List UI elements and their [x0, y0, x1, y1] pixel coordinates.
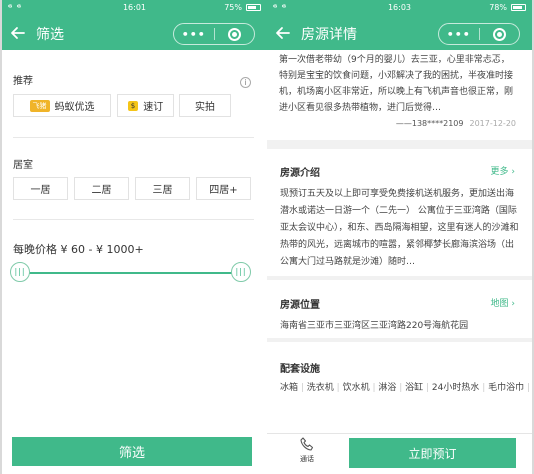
status-bar: ᴳ ᴳ 16:01 75% [2, 0, 267, 17]
chevron-right-icon: › [511, 167, 515, 177]
page-title: 筛选 [36, 27, 64, 43]
chip-label: 蚂蚁优选 [54, 102, 95, 113]
chip-quick-book[interactable]: $ 速订 [117, 94, 174, 117]
facility-separator: | [527, 383, 531, 393]
rooms-title: 居室 [13, 160, 33, 171]
nav-bar: 房源详情 ••• [267, 17, 532, 50]
review-meta: ——138****2109 2017-12-20 [279, 119, 516, 128]
miniapp-capsule: ••• [438, 23, 520, 45]
intro-text: 现预订五天及以上即可享受免费接机送机服务，更加送出海潜水或诺达一日游一个（二先一… [280, 189, 519, 267]
facility-item: 洗衣机 [306, 383, 334, 393]
quick-book-icon: $ [127, 100, 139, 111]
chip-label: 三居 [152, 185, 173, 196]
location-title: 房源位置 [280, 300, 320, 311]
price-range-label: 每晚价格 ¥ 60 - ¥ 1000+ [13, 243, 144, 256]
more-dots-icon: ••• [181, 27, 206, 41]
facility-separator: | [298, 383, 307, 393]
close-miniapp-button[interactable] [215, 24, 255, 44]
more-dots-icon: ••• [446, 27, 471, 41]
miniapp-capsule: ••• [173, 23, 255, 45]
battery-percent: 75% [224, 3, 242, 12]
chip-label: 实拍 [195, 102, 215, 113]
chip-label: 四居+ [209, 185, 238, 196]
battery-icon [511, 4, 526, 11]
page-title: 房源详情 [301, 27, 357, 43]
more-menu-button[interactable]: ••• [439, 24, 479, 44]
intro-title: 房源介绍 [280, 168, 320, 179]
chip-label: 二居 [91, 185, 112, 196]
facility-item: 24小时热水 [431, 383, 480, 393]
listing-detail-screen: ᴳ ᴳ 16:03 78% 房源详情 ••• 第一次借老带幼（9个月的婴儿）去三… [267, 0, 532, 474]
divider [13, 137, 254, 138]
chip-label: 一居 [30, 185, 51, 196]
battery-icon [246, 4, 261, 11]
guest-review-text: 第一次借老带幼（9个月的婴儿）去三亚，心里非常忐忑，特别是宝宝的饮食问题，小邓解… [279, 55, 514, 113]
review-author: ——138****2109 [395, 119, 464, 128]
review-date: 2017-12-20 [469, 119, 517, 128]
chip-ant-select[interactable]: 飞猪 蚂蚁优选 [13, 94, 111, 117]
chip-real-photo[interactable]: 实拍 [179, 94, 231, 117]
facility-separator: | [333, 383, 343, 393]
facility-item: 毛巾浴巾 [488, 383, 525, 393]
price-max-handle[interactable]: ||| [231, 262, 251, 282]
facility-separator: | [479, 383, 489, 393]
facility-item: 冰箱 [280, 383, 299, 393]
call-label: 通话 [300, 455, 314, 463]
recommend-title: 推荐 [13, 76, 33, 87]
book-now-button[interactable]: 立即预订 [349, 438, 516, 468]
chip-four-plus-bedroom[interactable]: 四居+ [196, 177, 251, 200]
section-gap [267, 338, 532, 342]
divider [13, 219, 254, 220]
chip-two-bedroom[interactable]: 二居 [74, 177, 129, 200]
facility-separator: | [396, 383, 406, 393]
facilities-title: 配套设施 [280, 364, 320, 375]
chip-one-bedroom[interactable]: 一居 [13, 177, 68, 200]
section-gap [267, 276, 532, 280]
section-gap [267, 140, 532, 149]
chevron-right-icon: › [511, 299, 515, 309]
phone-icon [300, 437, 314, 451]
map-link[interactable]: 地图 › [491, 296, 516, 309]
more-menu-button[interactable]: ••• [174, 24, 214, 44]
back-arrow-icon[interactable] [273, 23, 293, 43]
facility-separator: | [423, 383, 432, 393]
back-arrow-icon[interactable] [8, 23, 28, 43]
nav-bar: 筛选 ••• [2, 17, 267, 50]
chip-three-bedroom[interactable]: 三居 [135, 177, 190, 200]
target-close-icon [492, 27, 506, 41]
status-bar: ᴳ ᴳ 16:03 78% [267, 0, 532, 17]
address-text: 海南省三亚市三亚湾区三亚湾路220号海航花园 [280, 321, 469, 331]
filter-submit-button[interactable]: 筛选 [12, 437, 252, 466]
bottom-action-bar: 通话 立即预订 [267, 433, 532, 474]
facilities-list: 冰箱 | 洗衣机 | 饮水机 | 淋浴 | 浴缸 | 24小时热水 | 毛巾浴巾… [280, 380, 530, 396]
facility-item: 饮水机 [342, 383, 370, 393]
filter-screen: ᴳ ᴳ 16:01 75% 筛选 ••• 推荐 i 飞猪 蚂蚁优选 $ 速订 实… [2, 0, 267, 474]
facility-item: 淋浴 [378, 383, 397, 393]
map-label: 地图 [490, 299, 509, 309]
chip-label: 速订 [143, 102, 164, 113]
intro-more-link[interactable]: 更多 › [491, 164, 516, 177]
more-label: 更多 [490, 167, 509, 177]
price-min-handle[interactable]: ||| [10, 262, 30, 282]
battery-percent: 78% [489, 3, 507, 12]
call-button[interactable]: 通话 [287, 436, 327, 464]
facility-item: 浴缸 [405, 383, 424, 393]
price-slider-track[interactable] [23, 272, 242, 274]
target-close-icon [227, 27, 241, 41]
close-miniapp-button[interactable] [480, 24, 520, 44]
info-icon[interactable]: i [240, 77, 251, 88]
ant-select-badge-icon: 飞猪 [29, 99, 50, 112]
